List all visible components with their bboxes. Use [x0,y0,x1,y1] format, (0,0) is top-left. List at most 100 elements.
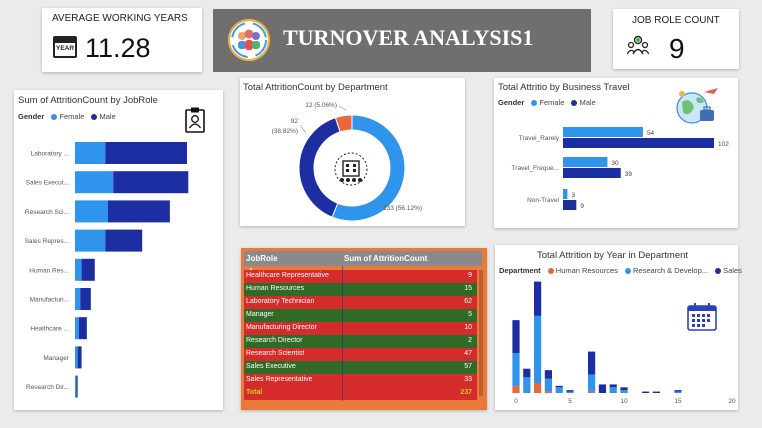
department-chart-card: Total AttritionCount by Department 133 (… [240,78,465,226]
travel-bar-female [563,127,643,137]
donut-label-rd: 133 (56.12%) [383,205,422,212]
travel-bar-chart: Travel_Rarely 54 102 Travel_Freque... 30 39 No… [512,127,729,210]
table-row[interactable]: Human Resources 15 [244,283,477,296]
table-header: JobRole Sum of AttritionCount [244,251,482,266]
year-bar-segment [544,378,552,392]
year-dept-chart-card: Total Attrition by Year in Department De… [495,245,742,410]
jobrole-bar-male [105,229,143,252]
travel-bar-female [563,189,568,199]
jobrole-tick-label: Research Dir... [26,384,69,391]
year-tick-label: 0 [514,398,518,405]
table-cell-jobrole: Manager [246,311,274,318]
table-total-row[interactable]: Total 237 [244,387,477,400]
table-cell-value: 2 [468,337,472,344]
table-cell-value: 5 [468,311,472,318]
donut-label-sales-pct: (38.82%) [272,128,298,135]
jobrole-bar-female [75,142,106,164]
people-check-icon [626,35,650,60]
donut-leader-sales [299,124,307,134]
table-scrollbar[interactable] [479,270,483,396]
year-bar-segment [588,374,596,392]
year-bar-segment [642,391,650,393]
table-cell-jobrole: Research Scientist [246,350,305,357]
year-bar-segment [674,390,682,392]
travel-data-label-male: 39 [625,171,633,178]
jobrole-tick-label: Sales Execut... [26,180,70,187]
year-bar-segment [620,390,628,393]
table-cell-jobrole: Manufacturing Director [246,324,317,331]
table-row[interactable]: Laboratory Technician 62 [244,296,477,309]
travel-bar-male [563,200,577,210]
jobrole-bar-female [75,375,77,398]
table-header-jobrole[interactable]: JobRole [246,254,278,263]
jobrole-bar-female [75,171,114,194]
year-bar-segment [523,368,531,378]
year-bar-segment [523,377,531,393]
travel-data-label-male: 9 [580,203,584,210]
jobrole-bar-female [75,229,106,252]
year-bar-segment [534,383,542,393]
kpi-average-working-years: AVERAGE WORKING YEARS YEAR 11.28 [42,8,202,72]
travel-chart-card: Total Attritio by Business Travel Gender… [494,78,738,228]
table-row[interactable]: Healthcare Representative 9 [244,270,477,283]
table-cell-value: 33 [464,376,472,383]
donut-label-sales: 92 [291,118,299,125]
jobrole-tick-label: Laboratory ... [31,151,69,158]
travel-data-label-male: 102 [718,141,729,148]
year-bar-segment [566,390,574,392]
table-row[interactable]: Research Director 2 [244,335,477,348]
jobrole-bar-male [80,288,91,310]
year-tick-label: 5 [568,398,572,405]
kpi-roles-value: 9 [669,33,685,64]
year-tick-label: 10 [620,398,628,405]
table-row[interactable]: Manager 5 [244,309,477,322]
travel-bar-female [563,157,608,167]
year-bar-segment [544,391,552,393]
table-row[interactable]: Sales Executive 57 [244,361,477,374]
table-cell-jobrole: Total [246,389,263,396]
calendar-year-icon: YEAR [53,36,77,58]
year-bar-segment [512,385,520,393]
jobrole-bar-male [76,375,78,398]
jobrole-bar-male [113,171,189,194]
year-bar-segment [609,384,617,388]
company-building-icon [334,152,368,191]
year-bar-segment [544,370,552,379]
table-cell-jobrole: Sales Executive [246,363,296,370]
jobrole-tick-label: Manufacturi... [30,297,70,304]
year-bar-segment [534,315,542,383]
year-bar-segment [609,387,617,393]
travel-tick-label: Non-Travel [527,197,559,204]
jobrole-tick-label: Human Res... [29,267,69,274]
table-cell-value: 47 [464,350,472,357]
table-header-sum[interactable]: Sum of AttritionCount [344,254,427,263]
year-bar-segment [588,391,596,393]
table-row[interactable]: Research Scientist 47 [244,348,477,361]
table-row[interactable]: Manufacturing Director 10 [244,322,477,335]
travel-data-label-female: 54 [647,130,655,137]
year-bar-segment [555,387,563,393]
year-bar-segment [588,351,596,375]
banner-title: TURNOVER ANALYSIS1 [283,25,534,50]
table-cell-value: 237 [460,389,472,396]
jobrole-bar-male [77,346,82,369]
year-dept-bar-chart: 0 5 10 15 20 [512,281,736,405]
table-cell-jobrole: Laboratory Technician [246,298,315,305]
year-tick-label: 20 [728,398,736,405]
kpi-years-value: 11.28 [85,33,151,63]
year-bar-segment [652,391,660,393]
donut-leader-hr [338,105,347,111]
year-bar-segment [555,385,563,388]
table-cell-jobrole: Human Resources [246,285,304,292]
kpi-roles-label: JOB ROLE COUNT [632,15,720,26]
table-divider [342,266,343,401]
jobrole-bar-female [75,317,79,340]
jobrole-chart-card: Sum of AttritionCount by JobRole Gender … [14,90,223,410]
travel-data-label-female: 30 [611,160,619,167]
jobrole-bar-male [105,142,187,164]
jobrole-bar-female [75,288,81,310]
travel-bar-male [563,168,621,178]
table-row[interactable]: Sales Representative 33 [244,374,477,387]
year-bar-segment [598,384,606,393]
table-cell-value: 10 [464,324,472,331]
